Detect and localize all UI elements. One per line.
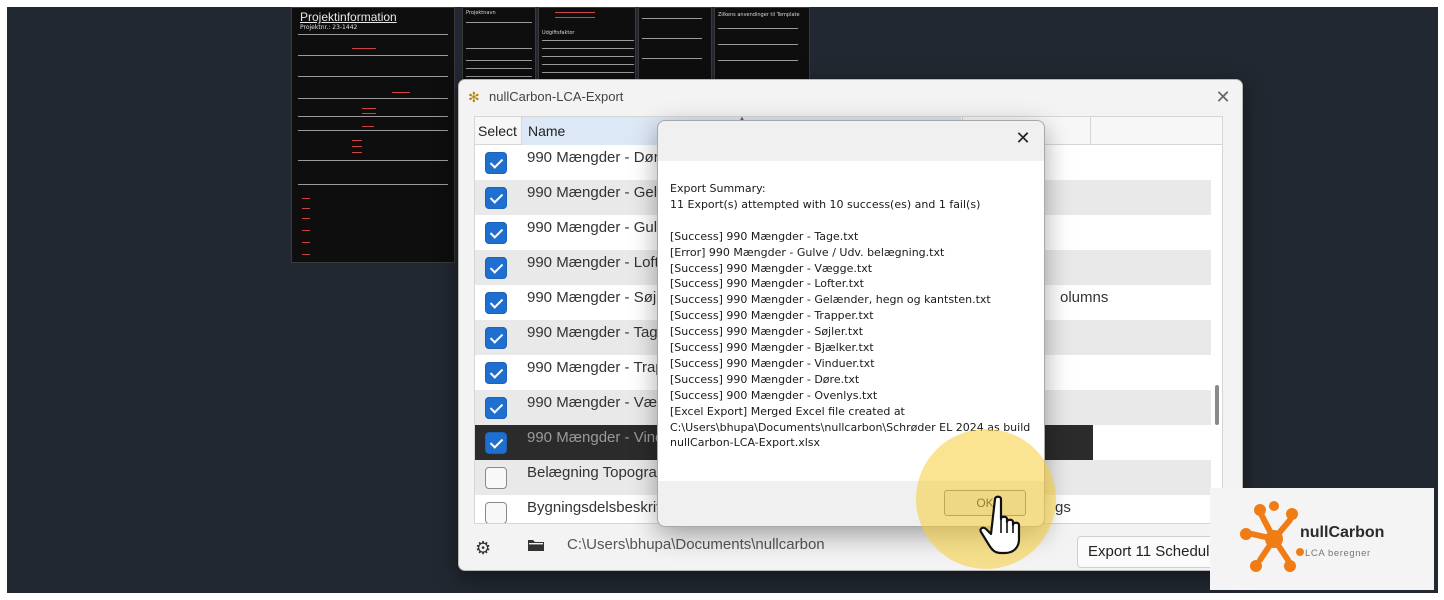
row-name: Bygningsdelsbeskriv bbox=[527, 499, 664, 516]
sheet-title: Projektinformation bbox=[300, 10, 397, 24]
row-checkbox[interactable] bbox=[485, 362, 507, 384]
log-line: [Success] 990 Mængder - Søjler.txt bbox=[670, 325, 864, 339]
row-checkbox[interactable] bbox=[485, 502, 507, 523]
row-name: Belægning Topograp bbox=[527, 464, 666, 481]
row-extra-text: olumns bbox=[1060, 289, 1109, 306]
export-summary-text: Export Summary: 11 Export(s) attempted wi… bbox=[670, 181, 1036, 451]
row-checkbox[interactable] bbox=[485, 152, 507, 174]
row-name: 990 Mængder - Søjle bbox=[527, 289, 668, 306]
row-name: 990 Mængder - Væg bbox=[527, 394, 666, 411]
desktop-canvas: Projektinformation Projektnr.: 23-1442 P… bbox=[7, 7, 1438, 593]
row-name: 990 Mængder - Trap bbox=[527, 359, 664, 376]
log-line: [Success] 900 Mængder - Ovenlys.txt bbox=[670, 388, 878, 402]
row-name: 990 Mængder - Lofte bbox=[527, 254, 668, 271]
brand-tagline: LCA beregner bbox=[1305, 548, 1371, 559]
drawing-sheet-notes bbox=[638, 7, 712, 83]
row-checkbox[interactable] bbox=[485, 397, 507, 419]
log-line: C:\Users\bhupa\Documents\nullcarbon\Schr… bbox=[670, 420, 1031, 434]
row-name: 990 Mængder - Vind bbox=[527, 429, 664, 446]
brand-logo-badge: nullCarbon LCA beregner bbox=[1210, 488, 1434, 590]
summary-line: 11 Export(s) attempted with 10 success(e… bbox=[670, 197, 981, 211]
row-checkbox[interactable] bbox=[485, 467, 507, 489]
export-path: C:\Users\bhupa\Documents\nullcarbon bbox=[567, 536, 825, 553]
log-line: [Excel Export] Merged Excel file created… bbox=[670, 404, 905, 418]
drawing-sheet-project-info: Projektinformation Projektnr.: 23-1442 bbox=[291, 7, 455, 263]
summary-heading: Export Summary: bbox=[670, 182, 766, 195]
brand-name: nullCarbon bbox=[1300, 524, 1385, 541]
drawing-sheet-quantities: Projektnavn bbox=[462, 7, 536, 83]
app-logo-icon: ✻ bbox=[468, 89, 480, 105]
column-header-select[interactable]: Select bbox=[475, 117, 520, 145]
row-checkbox[interactable] bbox=[485, 327, 507, 349]
export-summary-dialog: ✕ Export Summary: 11 Export(s) attempted … bbox=[657, 120, 1045, 527]
log-line: [Success] 990 Mængder - Døre.txt bbox=[670, 372, 860, 386]
log-line: [Success] 990 Mængder - Vægge.txt bbox=[670, 261, 873, 275]
window-footer: ⚙ C:\Users\bhupa\Documents\nullcarbon Ex… bbox=[459, 524, 1242, 570]
row-checkbox[interactable] bbox=[485, 257, 507, 279]
row-checkbox[interactable] bbox=[485, 432, 507, 454]
drawing-sheet-template: Zilkens anvendinger til Template bbox=[714, 7, 810, 83]
row-name: 990 Mængder - Gulv bbox=[527, 219, 665, 236]
window-titlebar: ✻ nullCarbon-LCA-Export ✕ bbox=[459, 80, 1242, 116]
row-extra-text: gs bbox=[1055, 499, 1071, 516]
close-icon[interactable]: ✕ bbox=[1210, 84, 1236, 110]
log-line: [Success] 990 Mængder - Tage.txt bbox=[670, 229, 859, 243]
log-line: [Success] 990 Mængder - Trapper.txt bbox=[670, 309, 874, 323]
gear-icon[interactable]: ⚙ bbox=[475, 538, 491, 559]
row-name: 990 Mængder - Døre bbox=[527, 149, 668, 166]
dialog-body: Export Summary: 11 Export(s) attempted wi… bbox=[658, 161, 1044, 481]
row-checkbox[interactable] bbox=[485, 222, 507, 244]
sheet3-heading: Udgiftsfaktor bbox=[542, 30, 575, 36]
log-line: [Success] 990 Mængder - Vinduer.txt bbox=[670, 356, 875, 370]
window-title: nullCarbon-LCA-Export bbox=[489, 89, 624, 104]
log-line: [Error] 990 Mængder - Gulve / Udv. belæg… bbox=[670, 245, 945, 259]
sheet4-heading: Zilkens anvendinger til Template bbox=[718, 12, 800, 18]
drawing-sheet-table: Udgiftsfaktor bbox=[538, 7, 636, 83]
log-line: nullCarbon-LCA-Export.xlsx bbox=[670, 436, 821, 450]
row-name: 990 Mængder - Gelæ bbox=[527, 184, 671, 201]
grid-scrollbar[interactable] bbox=[1215, 385, 1219, 425]
row-checkbox[interactable] bbox=[485, 292, 507, 314]
row-name: 990 Mængder - Tage bbox=[527, 324, 666, 341]
row-checkbox[interactable] bbox=[485, 187, 507, 209]
sheet-project-number: Projektnr.: 23-1442 bbox=[300, 24, 358, 31]
log-line: [Success] 990 Mængder - Bjælker.txt bbox=[670, 341, 874, 355]
log-line: [Success] 990 Mængder - Gelænder, hegn o… bbox=[670, 293, 991, 307]
sheet2-heading: Projektnavn bbox=[466, 10, 496, 16]
column-header-4[interactable] bbox=[1090, 117, 1222, 145]
folder-icon[interactable] bbox=[527, 538, 545, 552]
close-icon[interactable]: ✕ bbox=[1012, 127, 1034, 149]
ok-button[interactable]: OK bbox=[944, 490, 1026, 516]
log-line: [Success] 990 Mængder - Lofter.txt bbox=[670, 277, 864, 291]
